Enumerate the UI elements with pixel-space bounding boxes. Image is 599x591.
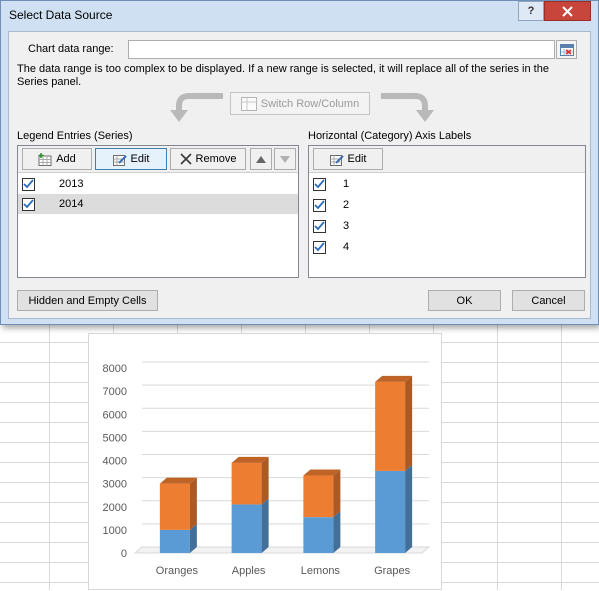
edit-axis-icon [329,154,344,166]
switch-row-column-icon [240,96,257,111]
bar-front [375,381,406,471]
axis-label-checkbox[interactable] [313,240,326,254]
axis-toolbar: Edit [309,146,585,173]
bar-front [159,483,190,530]
legend-entries-header: Legend Entries (Series) [17,130,133,142]
bar-front [231,504,262,553]
axis-label-text: 3 [343,220,350,232]
range-message: The data range is too complex to be disp… [17,63,549,88]
edit-series-icon [112,154,127,166]
move-down-icon [280,155,290,163]
bar-side [189,477,197,530]
bar-front [303,517,334,553]
move-up-button[interactable] [250,148,272,170]
x-category-label: Apples [232,565,266,577]
remove-icon [179,153,192,165]
bar-side [405,464,413,553]
add-series-label: Add [56,153,76,165]
remove-series-button[interactable]: Remove [170,148,246,170]
curved-arrow-left-icon [170,93,223,122]
bar-side [333,469,341,518]
add-series-button[interactable]: Add [22,148,92,170]
y-tick-label: 6000 [103,409,127,421]
bar-front [231,462,262,505]
series-checkbox[interactable] [22,197,35,211]
bar-side [261,498,269,553]
edit-series-label: Edit [130,153,150,165]
axis-label-checkbox[interactable] [313,219,326,233]
help-icon: ? [527,5,535,17]
cancel-label: Cancel [531,294,566,307]
dialog-client: Chart data range: The data range is too … [8,31,591,319]
remove-series-label: Remove [195,153,237,165]
chart-area[interactable]: 0 1000 2000 3000 4000 5000 6000 7000 8000 Oranges… [88,333,442,590]
title-bar[interactable]: Select Data Source ? [1,1,598,29]
edit-axis-labels-button[interactable]: Edit [313,148,383,170]
dialog-title: Select Data Source [9,8,113,22]
help-button[interactable]: ? [518,1,544,21]
bar-side [405,375,413,471]
axis-label-text: 1 [343,178,350,190]
select-data-source-dialog: Select Data Source ? Chart data range: T… [0,0,599,325]
x-category-label: Lemons [301,565,341,577]
x-category-label: Grapes [374,565,411,577]
close-icon [562,5,573,17]
axis-labels-header: Horizontal (Category) Axis Labels [308,130,472,142]
move-up-icon [256,155,266,163]
axis-label-text: 2 [343,199,350,211]
hidden-empty-cells-button[interactable]: Hidden and Empty Cells [17,290,158,311]
move-down-button[interactable] [274,148,296,170]
ok-button[interactable]: OK [428,290,501,311]
range-select-button[interactable] [556,40,577,59]
legend-series-row[interactable]: 2014 [18,194,298,214]
y-tick-label: 3000 [103,479,127,491]
x-category-label: Oranges [156,565,199,577]
axis-label-row[interactable]: 1 [309,174,585,194]
axis-label-row[interactable]: 3 [309,216,585,236]
legend-series-row[interactable]: 2013 [18,174,298,194]
hidden-empty-cells-label: Hidden and Empty Cells [28,294,147,307]
axis-label-checkbox[interactable] [313,177,326,191]
bar-side [261,456,269,505]
cancel-button[interactable]: Cancel [512,290,585,311]
chart-range-input[interactable] [128,40,555,59]
switch-row-column-button[interactable]: Switch Row/Column [230,92,370,115]
y-tick-label: 5000 [103,432,127,444]
ok-label: OK [456,294,473,307]
axis-labels-panel: Edit 1 2 3 4 [308,145,586,278]
series-checkbox[interactable] [22,177,35,191]
y-tick-label: 8000 [103,363,127,375]
bar-front [159,529,190,553]
legend-toolbar: Add Edit Remove [18,146,298,173]
series-label: 2014 [59,198,84,210]
add-series-icon [38,152,52,166]
series-label: 2013 [59,178,84,190]
chart-range-label: Chart data range: [28,43,114,55]
range-select-icon [559,43,574,56]
curved-arrow-right-icon [381,93,434,122]
legend-entries-panel: Add Edit Remove 2013 2014 [17,145,299,278]
bar-front [375,470,406,553]
y-tick-label: 1000 [103,525,127,537]
axis-label-row[interactable]: 2 [309,195,585,215]
y-tick-label: 2000 [103,502,127,514]
y-tick-label: 4000 [103,456,127,468]
edit-axis-labels-label: Edit [347,153,367,165]
bar-side [333,511,341,553]
switch-row-column-label: Switch Row/Column [260,97,360,110]
axis-label-text: 4 [343,241,350,253]
axis-label-checkbox[interactable] [313,198,326,212]
y-tick-label: 7000 [103,386,127,398]
close-button[interactable] [544,1,591,21]
y-tick-label: 0 [121,548,127,560]
bar-front [303,475,334,518]
stacked-bar-chart: 0 1000 2000 3000 4000 5000 6000 7000 8000 Oranges… [103,361,431,577]
edit-series-button[interactable]: Edit [95,148,167,170]
axis-label-row[interactable]: 4 [309,237,585,257]
